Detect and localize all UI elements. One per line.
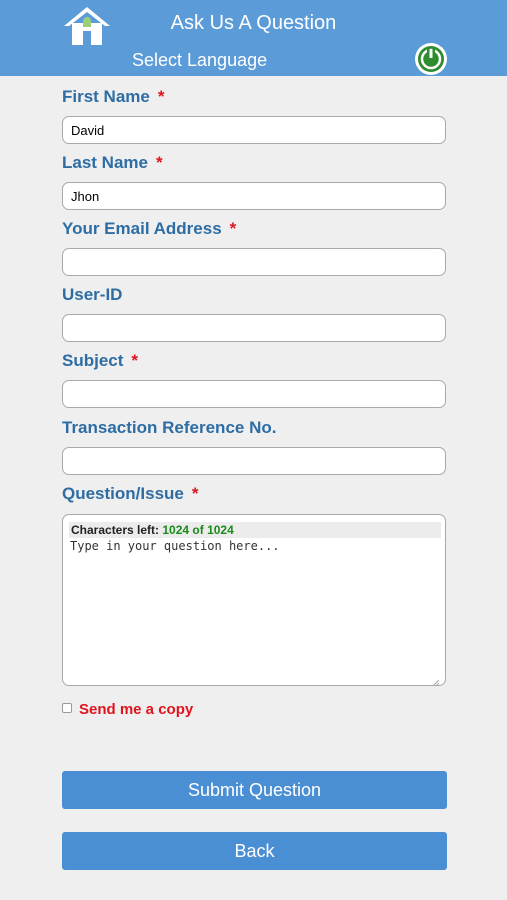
counter-label: Characters left: [71, 523, 160, 537]
user-id-label: User-ID [62, 285, 122, 305]
question-textarea[interactable] [70, 539, 436, 675]
counter-value: 1024 of 1024 [162, 523, 234, 537]
required-marker: * [155, 153, 163, 172]
first-name-label-text: First Name [62, 87, 150, 106]
last-name-label: Last Name * [62, 153, 163, 173]
transaction-ref-label-text: Transaction Reference No. [62, 418, 277, 437]
characters-left-counter: Characters left: 1024 of 1024 [69, 522, 441, 538]
last-name-input[interactable] [62, 182, 446, 210]
back-button[interactable]: Back [62, 832, 447, 870]
transaction-ref-label: Transaction Reference No. [62, 418, 276, 438]
select-language-link[interactable]: Select Language [132, 50, 267, 71]
subject-input[interactable] [62, 380, 446, 408]
subject-label-text: Subject [62, 351, 124, 370]
last-name-label-text: Last Name [62, 153, 148, 172]
question-label: Question/Issue * [62, 484, 199, 504]
required-marker: * [131, 351, 139, 370]
email-label: Your Email Address * [62, 219, 236, 239]
user-id-input[interactable] [62, 314, 446, 342]
transaction-ref-input[interactable] [62, 447, 446, 475]
submit-question-button[interactable]: Submit Question [62, 771, 447, 809]
email-label-text: Your Email Address [62, 219, 222, 238]
user-id-label-text: User-ID [62, 285, 123, 304]
required-marker: * [157, 87, 165, 106]
required-marker: * [229, 219, 237, 238]
resize-grip-icon[interactable] [432, 673, 440, 687]
question-box: Characters left: 1024 of 1024 [62, 514, 446, 687]
power-icon[interactable] [414, 42, 448, 76]
first-name-label: First Name * [62, 87, 165, 107]
required-marker: * [191, 484, 199, 503]
send-copy-label[interactable]: Send me a copy [79, 701, 193, 718]
subject-label: Subject * [62, 351, 138, 371]
send-copy-checkbox[interactable] [62, 703, 72, 713]
page-title: Ask Us A Question [170, 12, 337, 34]
first-name-input[interactable] [62, 116, 446, 144]
app-header: Ask Us A Question Select Language [0, 0, 507, 76]
email-input[interactable] [62, 248, 446, 276]
question-label-text: Question/Issue [62, 484, 184, 503]
